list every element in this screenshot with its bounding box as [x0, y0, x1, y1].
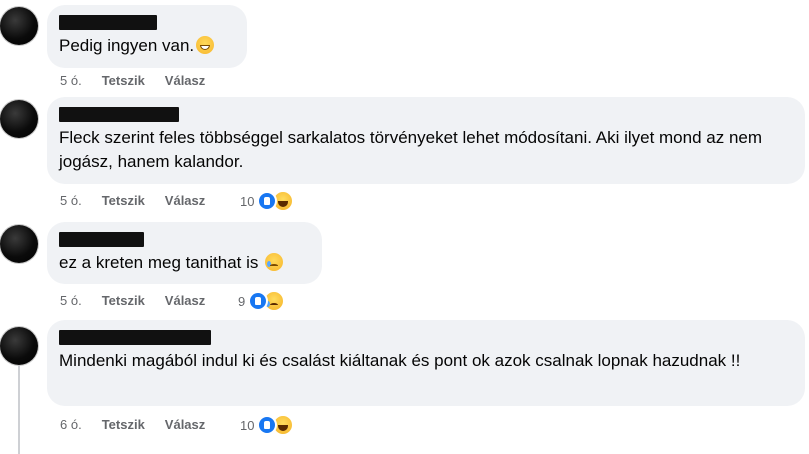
- author-name-redacted[interactable]: [59, 15, 157, 30]
- author-name-redacted[interactable]: [59, 232, 144, 247]
- comment-text: Pedig ingyen van.: [59, 36, 195, 55]
- like-button[interactable]: Tetszik: [102, 417, 145, 432]
- comment-text: Fleck szerint feles többséggel sarkalato…: [59, 128, 763, 171]
- crying-face-icon: [264, 253, 283, 271]
- reaction-count: 9: [238, 293, 246, 309]
- reaction-summary[interactable]: 9: [238, 290, 286, 312]
- author-name-redacted[interactable]: [59, 107, 179, 122]
- reply-button[interactable]: Válasz: [165, 293, 205, 308]
- reply-button[interactable]: Válasz: [165, 193, 205, 208]
- comment-actions: 6 ó. Tetszik Válasz: [60, 414, 225, 434]
- reaction-summary[interactable]: 10: [240, 414, 295, 436]
- like-button[interactable]: Tetszik: [102, 293, 145, 308]
- like-button[interactable]: Tetszik: [102, 193, 145, 208]
- reply-button[interactable]: Válasz: [165, 73, 205, 88]
- comment-text: Mindenki magából indul ki és csalást kiá…: [59, 351, 741, 370]
- comment-bubble: ez a kreten meg tanithat is: [47, 222, 322, 284]
- reaction-count: 10: [240, 193, 255, 209]
- comment-bubble: Pedig ingyen van.: [47, 5, 247, 68]
- comment-bubble: Mindenki magából indul ki és csalást kiá…: [47, 320, 805, 406]
- like-button[interactable]: Tetszik: [102, 73, 145, 88]
- comment-text: ez a kreten meg tanithat is: [59, 253, 259, 272]
- reply-button[interactable]: Válasz: [165, 417, 205, 432]
- author-name-redacted[interactable]: [59, 330, 211, 345]
- comment-timestamp[interactable]: 5 ó.: [60, 73, 82, 88]
- commenter-avatar[interactable]: [0, 7, 38, 45]
- comment-bubble: Fleck szerint feles többséggel sarkalato…: [47, 97, 805, 184]
- reaction-summary[interactable]: 10: [240, 190, 295, 212]
- thread-line: [18, 366, 20, 454]
- commenter-avatar[interactable]: [0, 225, 38, 263]
- reaction-count: 10: [240, 417, 255, 433]
- comment-actions: 5 ó. Tetszik Válasz: [60, 70, 225, 90]
- comment-timestamp[interactable]: 6 ó.: [60, 417, 82, 432]
- comment-actions: 5 ó. Tetszik Válasz: [60, 190, 225, 210]
- comment-timestamp[interactable]: 5 ó.: [60, 193, 82, 208]
- commenter-avatar[interactable]: [0, 100, 38, 138]
- commenter-avatar[interactable]: [0, 327, 38, 365]
- comment-timestamp[interactable]: 5 ó.: [60, 293, 82, 308]
- grinning-face-icon: [196, 36, 215, 54]
- comment-actions: 5 ó. Tetszik Válasz: [60, 290, 225, 310]
